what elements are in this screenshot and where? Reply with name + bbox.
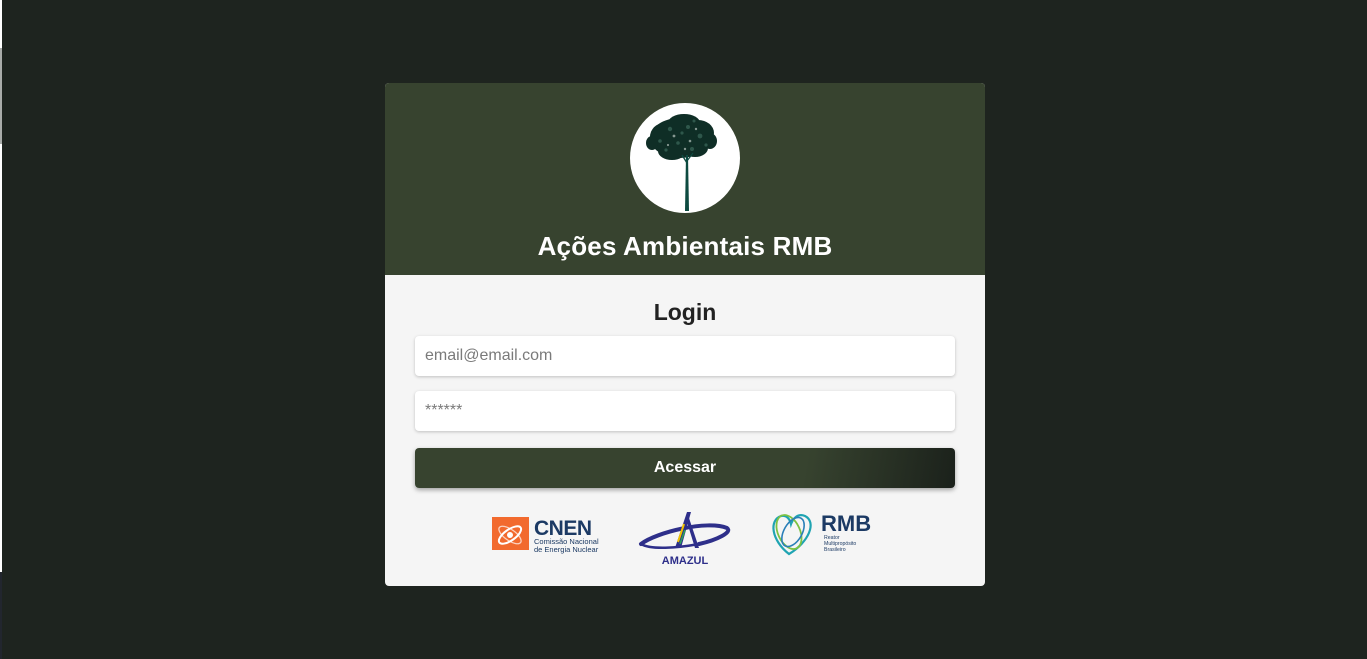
password-field[interactable] (415, 391, 955, 431)
window-left-edge-dark (0, 572, 2, 659)
rmb-logo: RMB Reator Multipropósito Brasileiro (772, 511, 871, 556)
login-card: Ações Ambientais RMB Login Acessar CNEN … (385, 83, 985, 586)
amazul-logo: AMAZUL (639, 512, 731, 566)
login-title: Login (653, 299, 717, 325)
card-header: Ações Ambientais RMB (385, 83, 985, 275)
rmb-line3: Brasileiro (824, 547, 846, 553)
app-logo (630, 103, 740, 213)
window-left-edge-grey (0, 48, 2, 144)
amazul-name: AMAZUL (662, 555, 709, 566)
rmb-name: RMB (821, 511, 871, 536)
cnen-line2: de Energia Nuclear (534, 545, 599, 554)
login-button[interactable]: Acessar (415, 448, 955, 488)
tree-icon (646, 114, 717, 211)
app-title: Ações Ambientais RMB (537, 231, 833, 261)
email-field[interactable] (415, 336, 955, 376)
partner-logos: CNEN Comissão Nacional de Energia Nuclea… (385, 508, 985, 566)
login-form: Login Acessar CNEN Comissão Nacional de … (385, 275, 985, 586)
cnen-logo: CNEN Comissão Nacional de Energia Nuclea… (492, 517, 599, 554)
